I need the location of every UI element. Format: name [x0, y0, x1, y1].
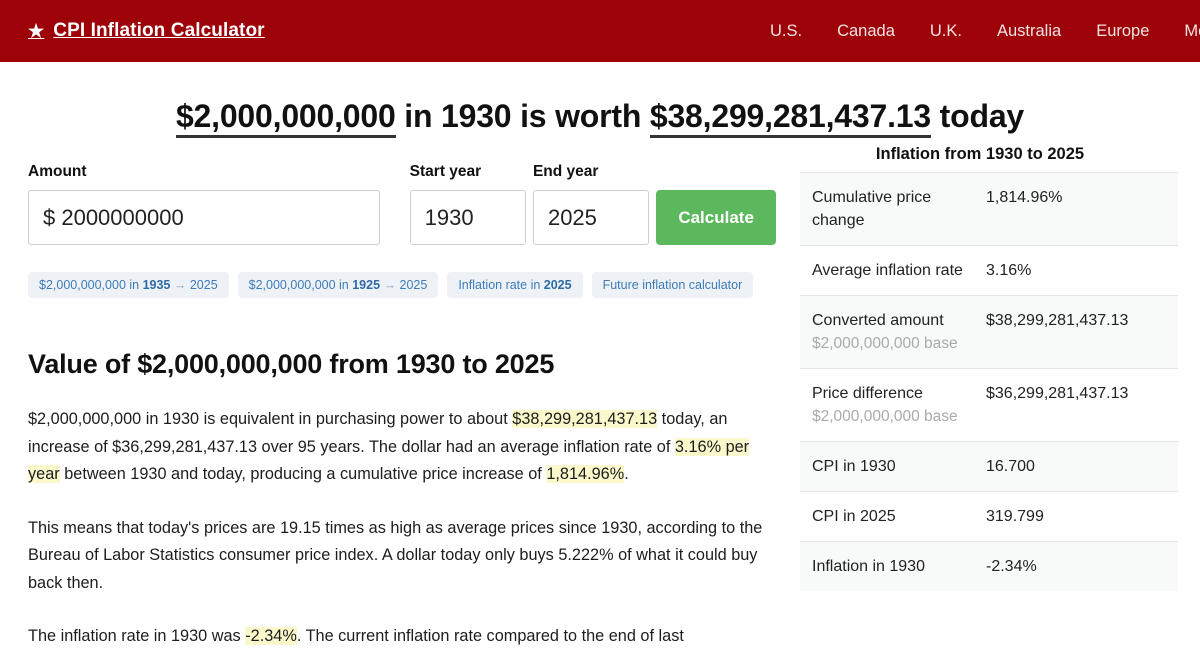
row-label: Price difference $2,000,000,000 base	[800, 369, 974, 442]
row-label-text: Converted amount	[812, 312, 944, 329]
row-label: Average inflation rate	[812, 262, 963, 279]
main-nav: U.S. Canada U.K. Australia Europe More	[770, 22, 1200, 41]
summary-table-title: Inflation from 1930 to 2025	[875, 145, 1085, 163]
start-year-label: Start year	[409, 163, 482, 180]
row-label: CPI in 1930	[812, 458, 896, 475]
page-title: $2,000,000,000 in 1930 is worth $38,299,…	[0, 98, 1200, 138]
chip-bold: 1925	[352, 278, 381, 292]
summary-table: Cumulative price change 1,814.96% Averag…	[800, 172, 1178, 591]
amount-label: Amount	[28, 163, 87, 180]
nav-item-canada[interactable]: Canada	[837, 22, 895, 41]
main-content: Amount Start year End year Calculate $2,…	[0, 135, 800, 651]
paragraph-comparison: This means that today's prices are 19.15…	[28, 518, 763, 592]
highlight-converted-amount: $38,299,281,437.13	[512, 410, 658, 428]
row-sub-note: $2,000,000,000 base	[812, 408, 958, 425]
nav-item-australia[interactable]: Australia	[997, 22, 1061, 41]
calculate-button[interactable]: Calculate	[656, 190, 776, 245]
row-label-text: Price difference	[812, 385, 923, 402]
quick-link-1935[interactable]: $2,000,000,000 in 1935 → 2025	[28, 272, 229, 298]
start-year-field-group: Start year	[409, 163, 526, 245]
chip-pre: Future inflation calculator	[602, 278, 743, 292]
nav-item-more[interactable]: More	[1184, 22, 1200, 41]
paragraph-summary: $2,000,000,000 in 1930 is equivalent in …	[28, 406, 776, 489]
section-title: Value of $2,000,000,000 from 1930 to 202…	[28, 349, 555, 379]
table-row: Cumulative price change 1,814.96%	[800, 172, 1178, 246]
amount-field-group: Amount	[28, 163, 380, 245]
chip-bold: 2025	[543, 278, 572, 292]
table-row: Converted amount $2,000,000,000 base $38,…	[800, 295, 1178, 369]
headline-amount: $2,000,000,000	[175, 98, 396, 138]
nav-item-us[interactable]: U.S.	[770, 22, 802, 41]
page-body: Amount Start year End year Calculate $2,…	[0, 135, 1200, 651]
table-row: CPI in 1930 16.700	[800, 441, 1178, 492]
row-value: $36,299,281,437.13	[986, 385, 1129, 402]
chip-pre: Inflation rate in	[458, 278, 544, 292]
end-year-label: End year	[532, 163, 599, 180]
table-row: Price difference $2,000,000,000 base $36,…	[800, 368, 1178, 442]
headline-suffix: today	[930, 98, 1025, 134]
row-value: $38,299,281,437.13	[986, 312, 1129, 329]
nav-item-europe[interactable]: Europe	[1096, 22, 1149, 41]
p1-text-d: .	[624, 465, 629, 483]
chip-post: 2025	[189, 278, 218, 292]
row-value: 3.16%	[986, 262, 1032, 279]
row-value: 16.700	[986, 458, 1035, 475]
table-row: CPI in 2025 319.799	[800, 491, 1178, 542]
table-row: Inflation in 1930 -2.34%	[800, 541, 1178, 591]
quick-links: $2,000,000,000 in 1935 → 2025 $2,000,000…	[28, 272, 776, 298]
brand-label: CPI Inflation Calculator	[53, 20, 265, 41]
calculator-form: Amount Start year End year Calculate	[28, 163, 776, 245]
start-year-input[interactable]	[409, 190, 526, 245]
end-year-field-group: End year	[532, 163, 650, 245]
row-sub-note: $2,000,000,000 base	[812, 335, 958, 352]
row-label: Inflation in 1930	[812, 558, 925, 575]
quick-link-1925[interactable]: $2,000,000,000 in 1925 → 2025	[237, 272, 439, 298]
quick-link-inflation-rate[interactable]: Inflation rate in 2025	[447, 272, 583, 298]
row-value: 1,814.96%	[986, 189, 1063, 206]
chip-post: 2025	[399, 278, 428, 292]
nav-item-uk[interactable]: U.K.	[930, 22, 962, 41]
p1-text-c: between 1930 and today, producing a cumu…	[59, 465, 547, 483]
row-label: Cumulative price change	[812, 189, 932, 229]
headline-mid: in 1930 is worth	[395, 98, 650, 134]
star-icon: ★	[28, 21, 45, 41]
quick-link-future-calculator[interactable]: Future inflation calculator	[591, 272, 754, 298]
chip-pre: $2,000,000,000 in	[248, 278, 353, 292]
chip-pre: $2,000,000,000 in	[39, 278, 143, 292]
headline-converted: $38,299,281,437.13	[649, 98, 931, 138]
row-value: -2.34%	[986, 558, 1037, 575]
site-header: ★ CPI Inflation Calculator U.S. Canada U…	[0, 0, 1200, 62]
row-label: CPI in 2025	[812, 508, 896, 525]
chip-arrow: →	[380, 278, 400, 292]
summary-panel: Inflation from 1930 to 2025 Cumulative p…	[800, 135, 1178, 591]
table-row: Average inflation rate 3.16%	[800, 245, 1178, 296]
brand-logo[interactable]: ★ CPI Inflation Calculator	[28, 20, 265, 42]
paragraph-inflation-rate: The inflation rate in 1930 was -2.34%. T…	[28, 623, 776, 651]
highlight-cumulative-change: 1,814.96%	[546, 465, 625, 483]
chip-bold: 1935	[142, 278, 171, 292]
p1-text-a: $2,000,000,000 in 1930 is equivalent in …	[28, 410, 513, 428]
amount-input[interactable]	[28, 190, 380, 245]
chip-arrow: →	[170, 278, 190, 292]
row-value: 319.799	[986, 508, 1044, 525]
end-year-input[interactable]	[532, 190, 650, 245]
row-label: Converted amount $2,000,000,000 base	[800, 296, 974, 369]
